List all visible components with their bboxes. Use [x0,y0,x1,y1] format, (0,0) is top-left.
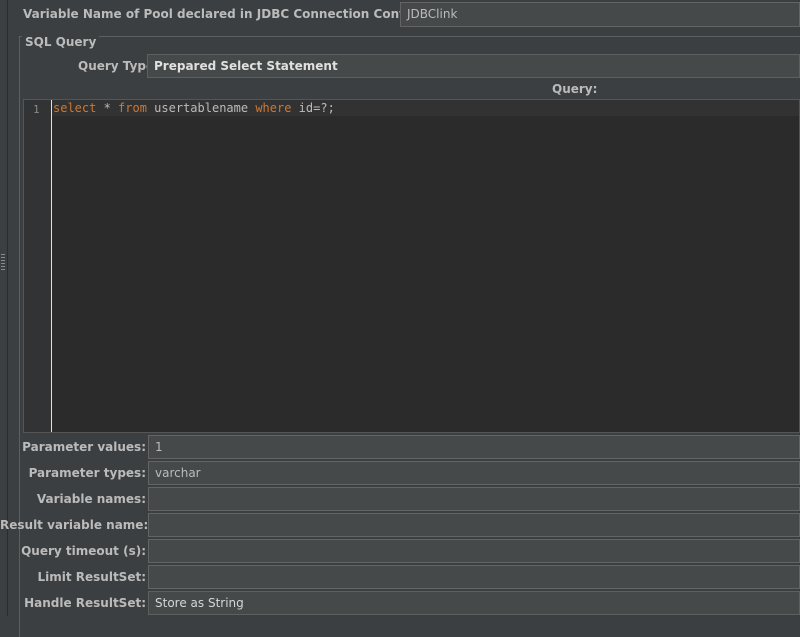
code-token: usertablename [146,101,256,115]
query-timeout-label: Query timeout (s): [21,544,146,558]
pool-name-input[interactable]: JDBClink [400,2,800,27]
result-variable-name-label: Result variable name: [0,518,149,532]
variable-names-input[interactable] [148,487,800,511]
query-timeout-input[interactable] [148,539,800,563]
line-number: 1 [33,103,40,116]
code-token: id=?; [291,101,335,115]
parameter-types-label: Parameter types: [28,466,146,480]
line-number-gutter: 1 [24,100,52,432]
code-line[interactable]: select * from usertablename where id=?; [53,101,335,115]
handle-resultset-label: Handle ResultSet: [24,596,146,610]
query-type-select[interactable]: Prepared Select Statement [147,54,800,78]
code-token: * [96,101,119,115]
splitter-grip-icon[interactable] [1,252,5,270]
variable-names-label: Variable names: [36,492,146,506]
limit-resultset-label: Limit ResultSet: [37,570,146,584]
keyword-token: where [255,101,292,115]
sql-query-legend: SQL Query [22,35,100,49]
keyword-token: from [118,101,147,115]
parameter-types-input[interactable]: varchar [148,461,800,485]
parameter-values-label: Parameter values: [22,440,146,454]
handle-resultset-select[interactable]: Store as String [148,591,800,615]
keyword-token: select [53,101,97,115]
query-column-header: Query: [552,82,598,96]
parameter-values-input[interactable]: 1 [148,435,800,459]
limit-resultset-input[interactable] [148,565,800,589]
sql-editor[interactable]: 1 select * from usertablename where id=?… [23,99,800,433]
result-variable-name-input[interactable] [148,513,800,537]
